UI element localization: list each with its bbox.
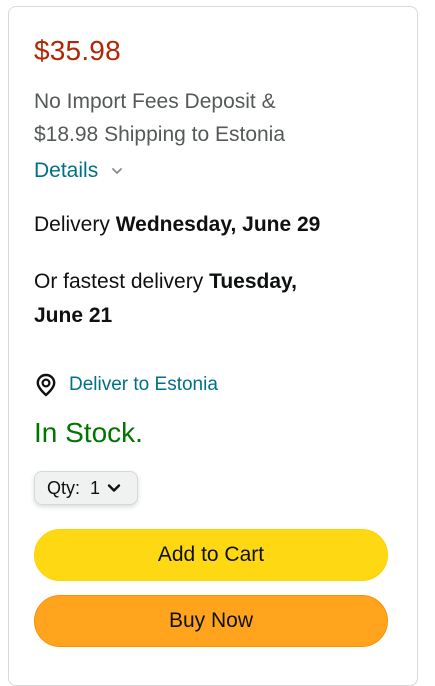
- add-to-cart-button[interactable]: Add to Cart: [34, 529, 388, 581]
- quantity-select[interactable]: Qty: 1: [34, 471, 138, 505]
- chevron-down-icon[interactable]: [110, 164, 124, 178]
- deliver-to-link[interactable]: Deliver to Estonia: [35, 369, 218, 401]
- qty-value: 1: [90, 477, 101, 498]
- deliver-to-label[interactable]: Deliver to Estonia: [69, 374, 218, 396]
- location-pin-icon: [35, 373, 57, 397]
- details-label[interactable]: Details: [34, 159, 98, 183]
- buy-now-button[interactable]: Buy Now: [34, 595, 388, 647]
- fees-line-2: $18.98 Shipping to Estonia: [34, 123, 286, 146]
- fastest-prefix: Or fastest delivery: [34, 270, 204, 293]
- stock-status: In Stock.: [34, 417, 143, 448]
- fastest-delivery: Or fastest delivery Tuesday, June 21: [34, 265, 374, 333]
- delivery-date: Wednesday, June 29: [115, 213, 321, 236]
- delivery-prefix: Delivery: [34, 213, 110, 236]
- price: $35.98: [34, 35, 121, 66]
- delivery-estimate: Delivery Wednesday, June 29: [34, 210, 320, 240]
- fastest-date-part2: June 21: [34, 304, 113, 327]
- fees-line-1: No Import Fees Deposit &: [34, 90, 276, 113]
- details-link[interactable]: Details: [34, 155, 124, 187]
- fastest-date-part1: Tuesday,: [209, 270, 297, 293]
- qty-label: Qty:: [47, 477, 81, 498]
- buy-box: $35.98 No Import Fees Deposit & $18.98 S…: [8, 6, 418, 686]
- import-fees-text: No Import Fees Deposit & $18.98 Shipping…: [34, 85, 364, 151]
- chevron-down-icon: [106, 480, 122, 496]
